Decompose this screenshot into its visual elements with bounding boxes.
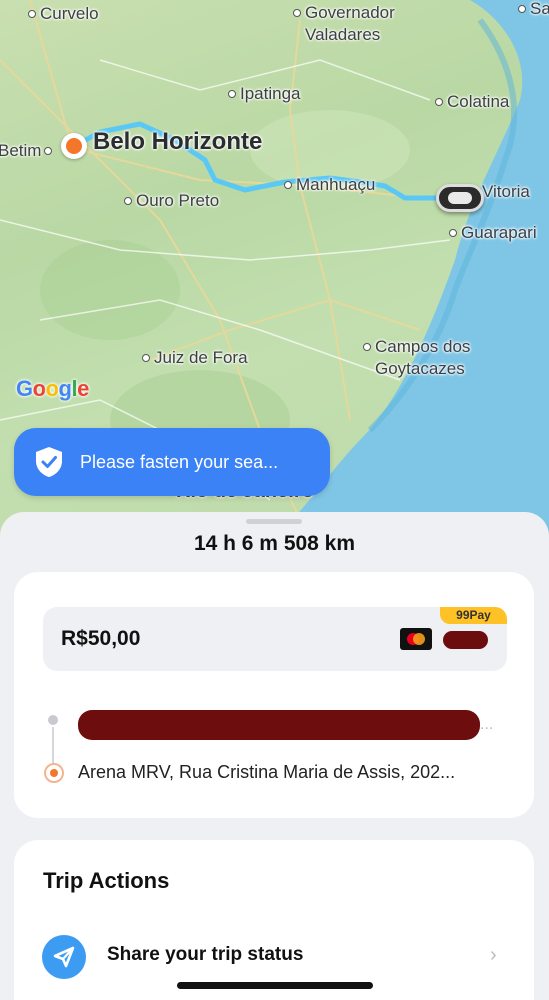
city-label-ouro-preto: Ouro Preto [124,190,219,212]
redacted-pickup-address[interactable] [78,710,480,740]
destination-dot-icon [44,763,64,783]
trip-price: R$50,00 [61,627,141,650]
share-send-icon [42,935,86,979]
city-label-guarapari: Guarapari [449,222,537,244]
city-label-colatina: Colatina [435,91,509,113]
city-label-governador-valadares: Governador Valadares [293,2,395,46]
trip-summary: 14 h 6 m 508 km [193,532,356,555]
city-label-curvelo: Curvelo [28,3,99,25]
google-logo: Google [16,376,89,401]
city-label-belo-horizonte: Belo Horizonte [93,128,263,155]
sheet-drag-handle[interactable] [246,519,302,524]
destination-address[interactable]: Arena MRV, Rua Cristina Maria de Assis, … [78,762,455,783]
home-indicator[interactable] [177,982,373,989]
99pay-badge: 99Pay [440,607,507,624]
shield-check-icon [36,447,62,477]
city-label-sa: Sa [518,0,549,20]
city-label-ipatinga: Ipatinga [228,83,301,105]
route-connector [52,727,54,763]
city-label-vitoria: Vitoria [482,182,530,201]
city-label-juiz-de-fora: Juiz de Fora [142,347,248,369]
seatbelt-toast[interactable]: Please fasten your sea... [14,428,330,496]
trip-actions-card [14,840,534,1000]
redacted-card-number [443,631,488,649]
chevron-right-icon: › [490,944,497,966]
city-label-betim: Betim [0,140,56,162]
payment-row[interactable]: R$50,00 [43,607,507,671]
pickup-tail: ... [480,716,494,733]
mastercard-icon [400,628,432,650]
toast-message: Please fasten your sea... [80,451,279,472]
origin-marker [61,133,87,159]
city-label-manhuacu: Manhuaçu [284,174,375,196]
trip-actions-title: Trip Actions [43,868,170,893]
share-trip-status-button[interactable]: Share your trip status [107,944,303,966]
city-label-campos: Campos dos Goytacazes [363,336,470,380]
car-icon [436,184,484,212]
pickup-dot-icon [48,715,58,725]
